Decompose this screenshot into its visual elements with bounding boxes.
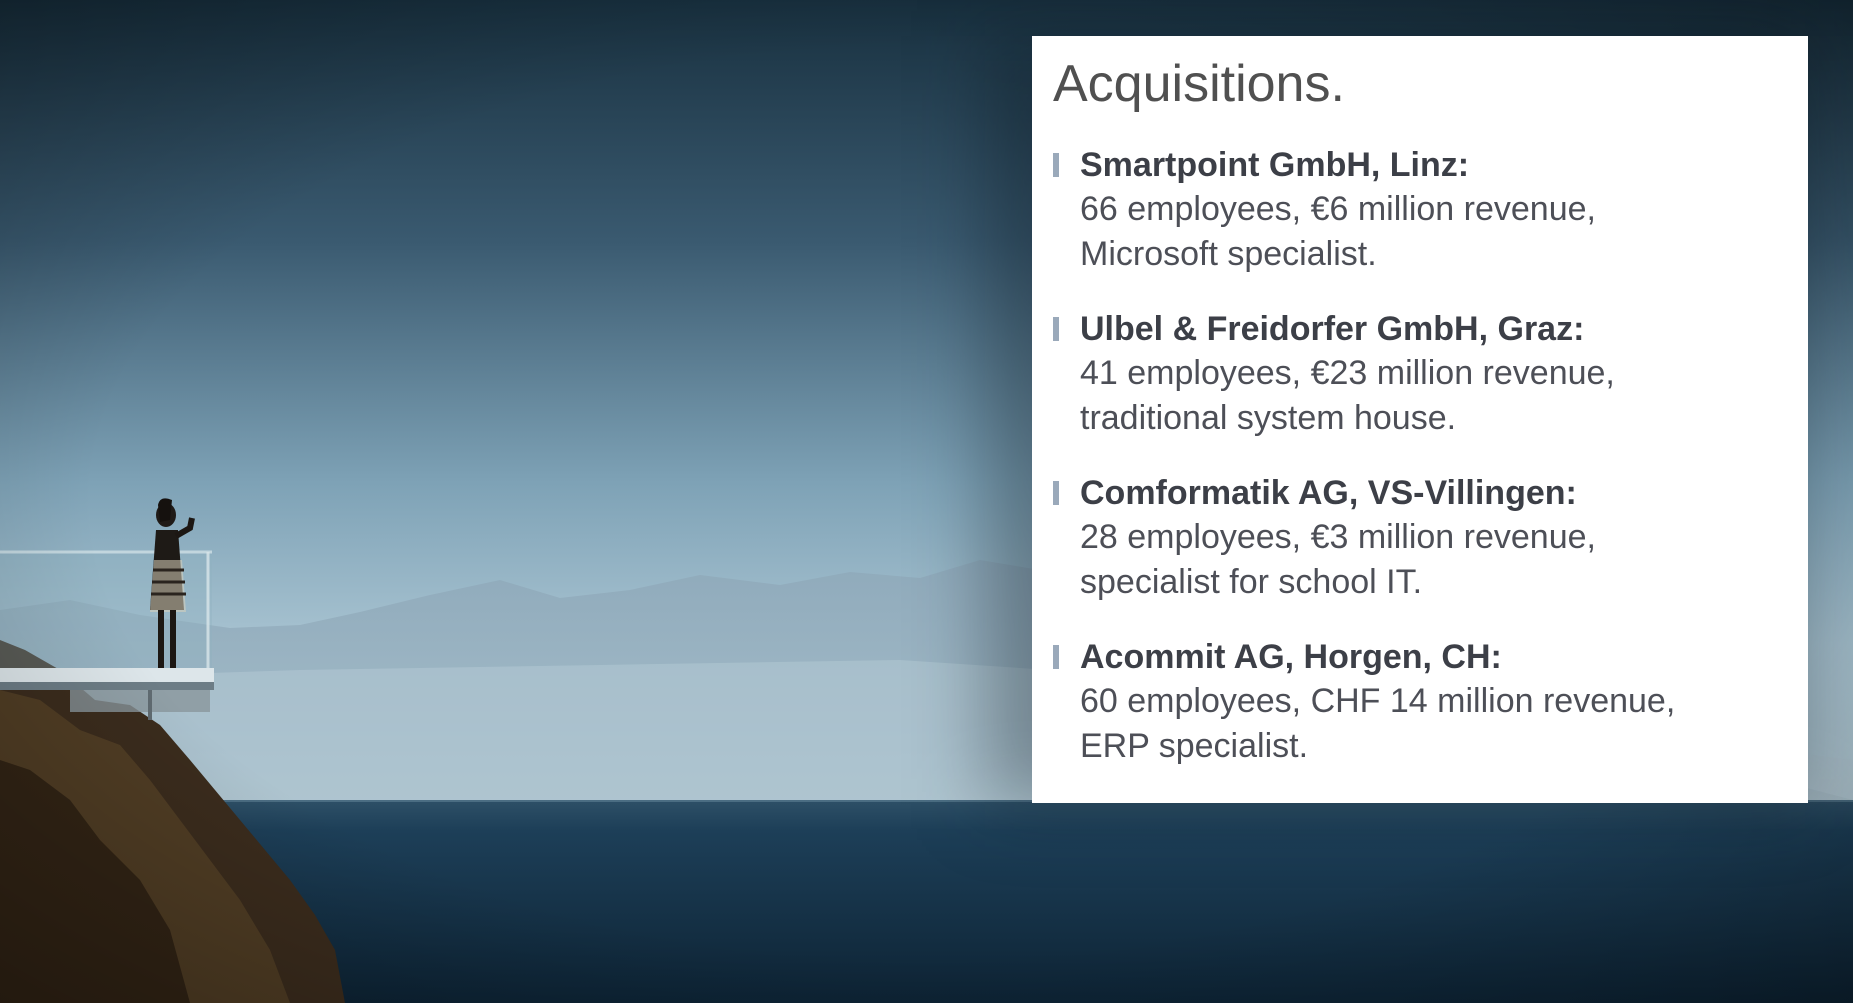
company-details: 60 employees, CHF 14 million revenue, bbox=[1080, 682, 1676, 720]
company-details: 41 employees, €23 million revenue, bbox=[1080, 354, 1615, 392]
acquisitions-panel: Acquisitions. Smartpoint GmbH, Linz: 66 … bbox=[1032, 36, 1808, 803]
list-item-ulbel-freidorfer: Ulbel & Freidorfer GmbH, Graz: 41 employ… bbox=[1053, 308, 1780, 441]
company-details: 28 employees, €3 million revenue, bbox=[1080, 518, 1596, 556]
company-description: traditional system house. bbox=[1080, 399, 1457, 437]
company-description: Microsoft specialist. bbox=[1080, 235, 1377, 273]
list-item-smartpoint: Smartpoint GmbH, Linz: 66 employees, €6 … bbox=[1053, 144, 1780, 277]
bullet-marker bbox=[1053, 153, 1059, 177]
list-item-acommit: Acommit AG, Horgen, CH: 60 employees, CH… bbox=[1053, 636, 1780, 769]
slide: Acquisitions. Smartpoint GmbH, Linz: 66 … bbox=[0, 0, 1853, 1003]
bullet-marker bbox=[1053, 317, 1059, 341]
list-item-comformatik: Comformatik AG, VS-Villingen: 28 employe… bbox=[1053, 472, 1780, 605]
company-details: 66 employees, €6 million revenue, bbox=[1080, 190, 1596, 228]
page-title: Acquisitions. bbox=[1053, 55, 1345, 113]
company-name: Acommit AG, Horgen, CH: bbox=[1080, 638, 1502, 676]
bullet-marker bbox=[1053, 645, 1059, 669]
company-name: Ulbel & Freidorfer GmbH, Graz: bbox=[1080, 310, 1585, 348]
company-name: Comformatik AG, VS-Villingen: bbox=[1080, 474, 1577, 512]
company-description: ERP specialist. bbox=[1080, 727, 1309, 765]
bullet-marker bbox=[1053, 481, 1059, 505]
acquisitions-list: Smartpoint GmbH, Linz: 66 employees, €6 … bbox=[1053, 144, 1780, 769]
company-description: specialist for school IT. bbox=[1080, 563, 1423, 601]
company-name: Smartpoint GmbH, Linz: bbox=[1080, 146, 1470, 184]
